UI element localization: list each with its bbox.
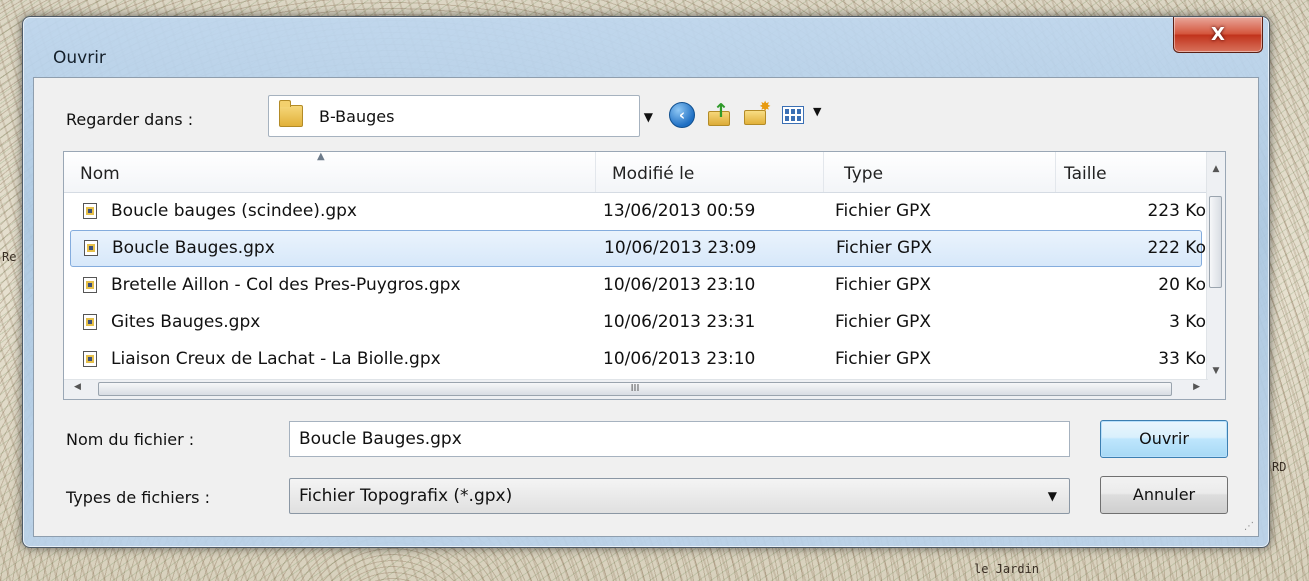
column-header-size[interactable]: Taille	[1056, 152, 1208, 192]
look-in-label: Regarder dans :	[66, 110, 194, 129]
column-header-name-label: Nom	[80, 164, 120, 184]
new-folder-icon: ✸	[744, 99, 771, 125]
filename-input[interactable]	[289, 421, 1070, 457]
file-name: Boucle Bauges.gpx	[112, 238, 275, 258]
scroll-down-arrow-icon[interactable]: ▼	[1207, 362, 1225, 380]
filename-label: Nom du fichier :	[66, 430, 195, 449]
file-modified: 10/06/2013 23:10	[603, 275, 756, 295]
table-row-selected[interactable]: Boucle Bauges.gpx 10/06/2013 23:09 Fichi…	[70, 230, 1206, 267]
column-header-size-label: Taille	[1064, 164, 1107, 184]
file-list-header: ▲ Nom Modifié le Type Taille	[64, 151, 1208, 193]
gpx-file-icon	[83, 203, 97, 219]
file-list: ▲ Nom Modifié le Type Taille Boucle baug…	[63, 151, 1226, 400]
cancel-button[interactable]: Annuler	[1100, 476, 1228, 514]
file-rows: Boucle bauges (scindee).gpx 13/06/2013 0…	[64, 193, 1208, 378]
close-icon: X	[1211, 24, 1225, 45]
dialog-client-area: Regarder dans : B-Bauges ▼ ‹ ↑ ✸ ▼ ▲ Nom	[33, 77, 1259, 537]
file-type: Fichier GPX	[835, 275, 932, 295]
file-modified: 10/06/2013 23:10	[603, 349, 756, 369]
back-arrow-icon: ‹	[669, 102, 695, 128]
map-label-bottom-right: le Jardin	[974, 562, 1040, 576]
gpx-file-icon	[83, 277, 97, 293]
file-size: 223 Ko	[1147, 201, 1206, 221]
file-type: Fichier GPX	[835, 312, 932, 332]
filetype-select[interactable]: Fichier Topografix (*.gpx) ▼	[289, 478, 1070, 514]
filetype-label: Types de fichiers :	[66, 488, 210, 507]
column-header-name[interactable]: ▲ Nom	[64, 151, 596, 192]
new-folder-button[interactable]: ✸	[741, 99, 771, 130]
file-size: 222 Ko	[1147, 238, 1206, 258]
gpx-file-icon	[83, 314, 97, 330]
resize-grip-icon[interactable]: ⋰	[1244, 521, 1254, 532]
file-type: Fichier GPX	[836, 238, 933, 258]
file-name: Bretelle Aillon - Col des Pres-Puygros.g…	[111, 275, 461, 295]
file-size: 33 Ko	[1158, 349, 1206, 369]
file-size: 20 Ko	[1158, 275, 1206, 295]
file-type: Fichier GPX	[835, 201, 932, 221]
column-header-type-label: Type	[844, 164, 884, 184]
file-name: Boucle bauges (scindee).gpx	[111, 201, 357, 221]
gpx-file-icon	[84, 240, 98, 256]
file-name: Gites Bauges.gpx	[111, 312, 261, 332]
vertical-scroll-thumb[interactable]	[1209, 196, 1222, 288]
views-dropdown-icon[interactable]: ▼	[813, 105, 821, 118]
file-name: Liaison Creux de Lachat - La Biolle.gpx	[111, 349, 441, 369]
vertical-scrollbar[interactable]: ▲ ▼	[1206, 152, 1225, 382]
chevron-down-icon[interactable]: ▼	[644, 110, 653, 124]
file-modified: 10/06/2013 23:31	[603, 312, 756, 332]
file-modified: 13/06/2013 00:59	[603, 201, 756, 221]
filetype-value: Fichier Topografix (*.gpx)	[299, 486, 513, 506]
column-header-modified[interactable]: Modifié le	[596, 152, 824, 192]
chevron-down-icon: ▼	[1047, 489, 1057, 503]
horizontal-scroll-thumb[interactable]: III	[98, 382, 1172, 396]
table-row[interactable]: Bretelle Aillon - Col des Pres-Puygros.g…	[64, 267, 1208, 304]
column-header-type[interactable]: Type	[824, 152, 1056, 192]
file-size: 3 Ko	[1169, 312, 1206, 332]
dialog-title: Ouvrir	[53, 48, 106, 68]
close-button[interactable]: X	[1173, 17, 1263, 53]
open-button[interactable]: Ouvrir	[1100, 420, 1228, 458]
file-modified: 10/06/2013 23:09	[604, 238, 757, 258]
open-dialog: Ouvrir X Regarder dans : B-Bauges ▼ ‹ ↑ …	[22, 16, 1270, 548]
column-header-modified-label: Modifié le	[612, 164, 695, 184]
table-row[interactable]: Boucle bauges (scindee).gpx 13/06/2013 0…	[64, 193, 1208, 230]
map-label-left: Re	[2, 250, 17, 264]
scroll-up-arrow-icon[interactable]: ▲	[1207, 160, 1225, 178]
table-row[interactable]: Liaison Creux de Lachat - La Biolle.gpx …	[64, 341, 1208, 378]
up-folder-button[interactable]: ↑	[704, 100, 734, 130]
sort-ascending-icon: ▲	[317, 151, 325, 162]
map-label-right: RD	[1272, 460, 1287, 474]
look-in-combobox[interactable]: B-Bauges ▼	[268, 95, 653, 137]
back-button[interactable]: ‹	[667, 100, 697, 130]
scroll-left-arrow-icon[interactable]: ◀	[74, 382, 81, 392]
up-folder-icon: ↑	[708, 100, 730, 126]
views-menu-icon	[782, 106, 804, 124]
gpx-file-icon	[83, 351, 97, 367]
scroll-right-arrow-icon[interactable]: ▶	[1193, 382, 1200, 392]
folder-icon	[279, 100, 303, 127]
views-menu-button[interactable]	[778, 100, 808, 130]
scrollbar-corner	[1207, 380, 1225, 399]
horizontal-scrollbar[interactable]: ◀ III ▶	[64, 379, 1208, 399]
table-row[interactable]: Gites Bauges.gpx 10/06/2013 23:31 Fichie…	[64, 304, 1208, 341]
file-type: Fichier GPX	[835, 349, 932, 369]
look-in-value: B-Bauges	[319, 106, 395, 126]
